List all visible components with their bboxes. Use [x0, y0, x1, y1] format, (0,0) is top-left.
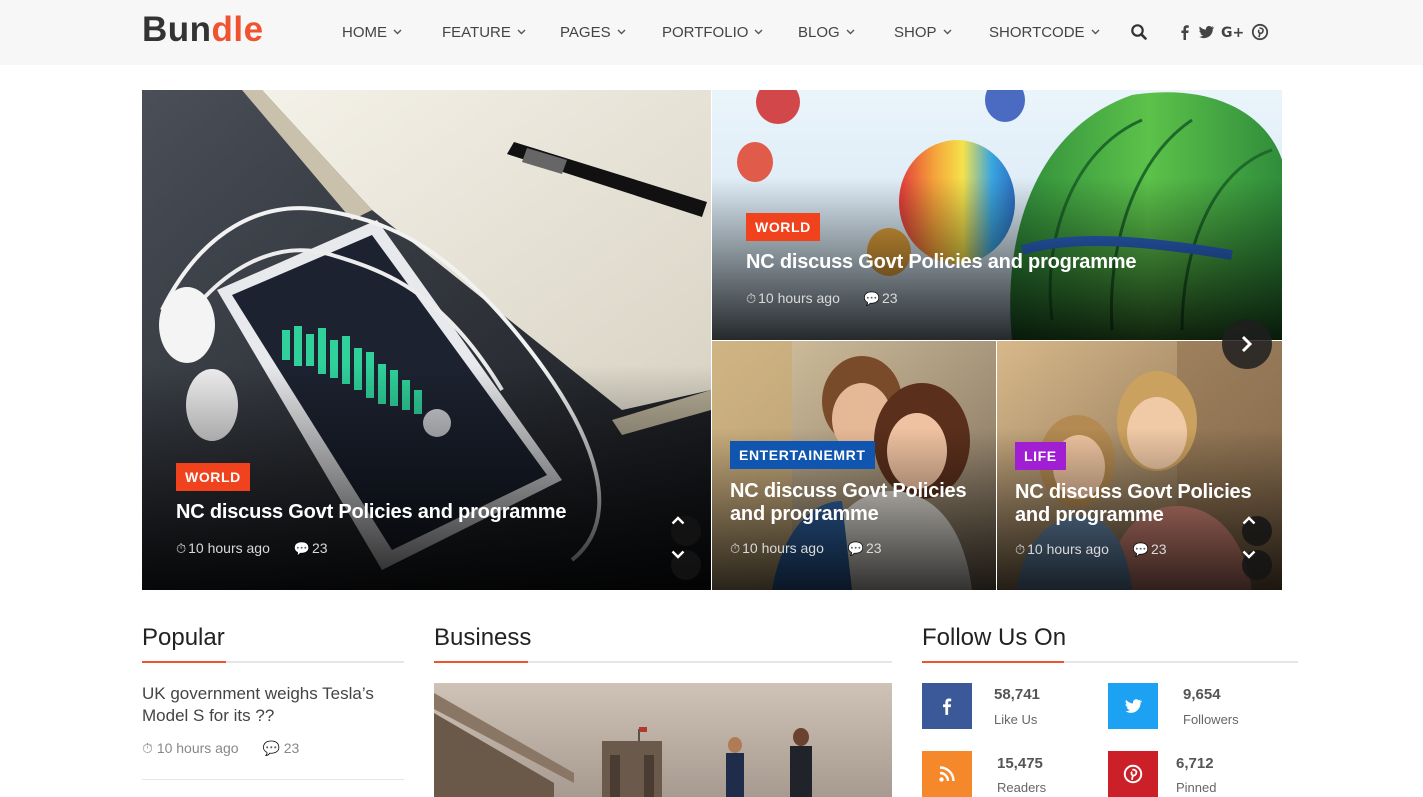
comment-icon: 💬: [863, 291, 880, 306]
follow-label: Pinned: [1176, 780, 1217, 795]
follow-label: Like Us: [994, 712, 1038, 727]
scroll-up-button[interactable]: [671, 516, 701, 546]
section-title-business: Business: [434, 624, 532, 651]
category-tag[interactable]: ENTERTAINEMRT: [730, 441, 875, 469]
header-bar: Bundle HOME FEATURE PAGES PORTFOLIO BLOG…: [0, 0, 1423, 65]
pinterest-icon: [1123, 764, 1143, 784]
rss-icon: [939, 766, 955, 782]
business-post-image[interactable]: [434, 683, 892, 797]
nav-item-shop[interactable]: SHOP: [894, 22, 952, 41]
follow-count: 58,741: [994, 686, 1040, 703]
nav-item-pages[interactable]: PAGES: [560, 22, 626, 41]
clock-icon: ⏱: [730, 541, 741, 556]
scroll-up-button[interactable]: [1242, 516, 1272, 546]
nav-item-feature[interactable]: FEATURE: [442, 22, 526, 41]
rss-follow-button[interactable]: [922, 751, 972, 797]
svg-text:G+: G+: [1221, 25, 1244, 41]
section-title-follow: Follow Us On: [922, 624, 1067, 651]
chevron-down-icon: [393, 22, 402, 39]
nav-item-home[interactable]: HOME: [342, 22, 402, 41]
section-accent-bar: [922, 661, 1064, 663]
chevron-down-icon: [846, 22, 855, 39]
headline-link[interactable]: NC discuss Govt Policies and programme: [1015, 481, 1255, 527]
chevron-down-icon: [617, 22, 626, 39]
twitter-icon[interactable]: [1197, 23, 1215, 41]
hero-top-right-card[interactable]: WORLD NC discuss Govt Policies and progr…: [712, 90, 1282, 340]
follow-label: Readers: [997, 780, 1047, 795]
follow-count: 15,475: [997, 755, 1043, 772]
hero-bottom-right-card[interactable]: LIFE NC discuss Govt Policies and progra…: [997, 341, 1282, 590]
category-tag[interactable]: WORLD: [176, 463, 250, 491]
chevron-up-icon: [1242, 516, 1256, 525]
pinterest-icon[interactable]: [1251, 23, 1269, 41]
twitter-follow-button[interactable]: [1108, 683, 1158, 729]
chevron-up-icon: [671, 516, 685, 525]
headline-link[interactable]: NC discuss Govt Policies and programme: [730, 480, 970, 526]
hero-main-card[interactable]: WORLD NC discuss Govt Policies and progr…: [142, 90, 711, 590]
chevron-down-icon: [671, 550, 685, 559]
follow-count: 6,712: [1176, 755, 1214, 772]
clock-icon: ⏱: [176, 541, 187, 556]
follow-count: 9,654: [1183, 686, 1221, 703]
hero-bottom-left-card[interactable]: ENTERTAINEMRT NC discuss Govt Policies a…: [712, 341, 996, 590]
post-meta: ⏱ 10 hours ago 💬 23: [1015, 541, 1167, 557]
nav-item-blog[interactable]: BLOG: [798, 22, 855, 41]
comment-icon: 💬: [262, 740, 284, 756]
headline-link[interactable]: NC discuss Govt Policies and programme: [746, 251, 1206, 274]
list-divider: [142, 779, 404, 780]
scroll-down-button[interactable]: [1242, 550, 1272, 580]
chevron-down-icon: [943, 22, 952, 39]
chevron-down-icon: [1242, 550, 1256, 559]
slider-next-button[interactable]: [1222, 319, 1272, 369]
section-accent-bar: [434, 661, 528, 663]
chevron-down-icon: [517, 22, 526, 39]
comment-icon: 💬: [1132, 542, 1149, 557]
chevron-right-icon: [1241, 335, 1253, 353]
search-icon[interactable]: [1130, 23, 1148, 41]
comment-icon: 💬: [293, 541, 310, 556]
headline-link[interactable]: NC discuss Govt Policies and programme: [176, 501, 616, 524]
section-accent-bar: [142, 661, 226, 663]
clock-icon: ⏱: [746, 291, 757, 306]
clock-icon: ⏱: [142, 740, 157, 756]
scroll-down-button[interactable]: [671, 550, 701, 580]
comment-icon: 💬: [847, 541, 864, 556]
clock-icon: ⏱: [1015, 542, 1026, 557]
nav-item-shortcode[interactable]: SHORTCODE: [989, 22, 1100, 41]
site-logo[interactable]: Bundle: [142, 10, 264, 50]
category-tag[interactable]: LIFE: [1015, 442, 1066, 470]
post-meta: ⏱ 10 hours ago 💬 23: [176, 540, 328, 556]
post-meta: ⏱ 10 hours ago 💬 23: [746, 290, 898, 306]
facebook-follow-button[interactable]: [922, 683, 972, 729]
popular-post-title[interactable]: UK government weighs Tesla’s Model S for…: [142, 683, 404, 727]
twitter-icon: [1125, 699, 1143, 713]
chevron-down-icon: [1091, 22, 1100, 39]
pinterest-follow-button[interactable]: [1108, 751, 1158, 797]
section-title-popular: Popular: [142, 624, 225, 651]
post-meta: ⏱ 10 hours ago 💬 23: [142, 740, 300, 756]
category-tag[interactable]: WORLD: [746, 213, 820, 241]
chevron-down-icon: [754, 22, 763, 39]
follow-label: Followers: [1183, 712, 1239, 727]
bridge-runners-image: [434, 683, 892, 797]
facebook-icon[interactable]: [1176, 23, 1194, 41]
google-plus-icon[interactable]: G+: [1221, 23, 1245, 41]
facebook-icon: [943, 698, 952, 715]
nav-item-portfolio[interactable]: PORTFOLIO: [662, 22, 763, 41]
post-meta: ⏱ 10 hours ago 💬 23: [730, 540, 882, 556]
